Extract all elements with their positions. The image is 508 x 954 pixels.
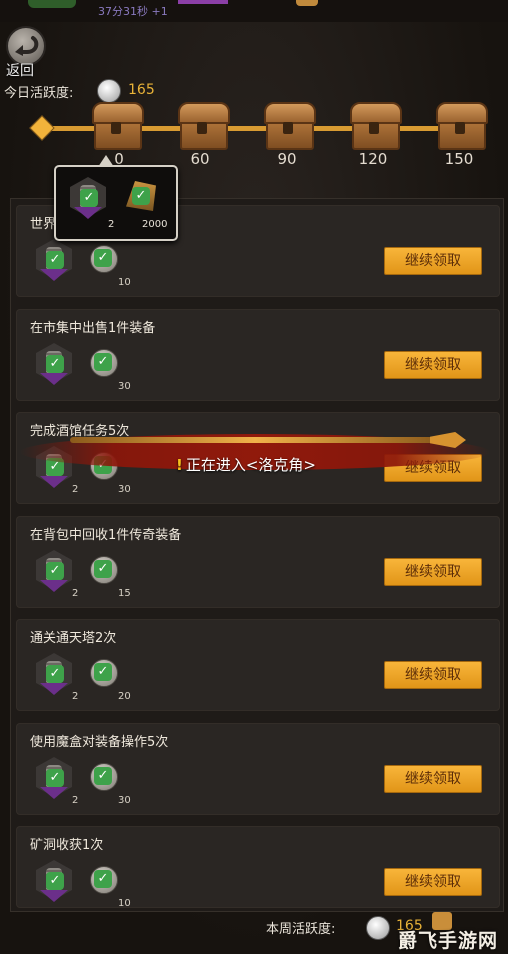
check-icon: ✓ bbox=[94, 353, 112, 371]
task-row: 在市集中出售1件装备 ✓ ✓ 30 继续领取 bbox=[16, 309, 500, 401]
task-row: 使用魔盒对装备操作5次 ✓ 2 ✓ 30 继续领取 bbox=[16, 723, 500, 815]
reward-chest-90[interactable] bbox=[262, 100, 316, 150]
reward-count: 10 bbox=[118, 898, 131, 909]
reward-count: 30 bbox=[118, 381, 131, 392]
task-title: 通关通天塔2次 bbox=[30, 631, 117, 646]
check-icon: ✓ bbox=[46, 251, 64, 269]
reward-count: 2 bbox=[72, 691, 79, 702]
toast-sword-icon bbox=[70, 437, 440, 443]
task-title: 矿洞收获1次 bbox=[30, 838, 104, 853]
check-icon: ✓ bbox=[94, 249, 112, 267]
jar-item-icon: ✓ bbox=[70, 177, 108, 219]
back-label: 返回 bbox=[6, 63, 34, 79]
continue-claim-button[interactable]: 继续领取 bbox=[384, 247, 482, 275]
top-decoration bbox=[28, 0, 76, 8]
reward-chest-150[interactable] bbox=[434, 100, 488, 150]
check-icon: ✓ bbox=[80, 189, 98, 207]
toast-text: 正在进入<洛克角> bbox=[185, 456, 316, 474]
reward-count: 10 bbox=[118, 277, 131, 288]
milestone-label: 120 bbox=[358, 150, 388, 168]
task-title: 世界 bbox=[30, 217, 57, 232]
reward-count: 30 bbox=[118, 484, 131, 495]
tooltip-arrow bbox=[98, 155, 114, 167]
gold-item-icon: ✓ bbox=[124, 177, 162, 217]
reward-count: 2 bbox=[72, 795, 79, 806]
tooltip-item-count: 2 bbox=[108, 219, 115, 230]
chest-reward-tooltip: ✓ 2 ✓ 2000 bbox=[54, 155, 178, 241]
chest-lock-icon bbox=[369, 122, 379, 134]
continue-claim-button[interactable]: 继续领取 bbox=[384, 351, 482, 379]
weekly-activity-label: 本周活跃度: bbox=[266, 922, 336, 937]
milestone-label: 60 bbox=[190, 150, 210, 168]
top-chest-icon bbox=[296, 0, 318, 6]
check-icon: ✓ bbox=[46, 769, 64, 787]
weekly-coin-icon bbox=[366, 916, 390, 940]
task-title: 使用魔盒对装备操作5次 bbox=[30, 735, 169, 750]
continue-claim-button[interactable]: 继续领取 bbox=[384, 661, 482, 689]
reward-count: 30 bbox=[118, 795, 131, 806]
task-row: 通关通天塔2次 ✓ 2 ✓ 20 继续领取 bbox=[16, 619, 500, 711]
check-icon: ✓ bbox=[94, 870, 112, 888]
chest-lock-icon bbox=[283, 122, 293, 134]
reward-chest-0[interactable] bbox=[90, 100, 144, 150]
check-icon: ✓ bbox=[132, 187, 150, 205]
check-icon: ✓ bbox=[46, 872, 64, 890]
top-status-bar: 37分31秒 +1 bbox=[0, 0, 508, 22]
milestone-label: 90 bbox=[277, 150, 297, 168]
daily-activity-label: 今日活跃度: bbox=[4, 86, 74, 101]
task-row: 矿洞收获1次 ✓ ✓ 10 继续领取 bbox=[16, 826, 500, 909]
toast-message: ! 正在进入<洛克角> bbox=[176, 454, 316, 475]
check-icon: ✓ bbox=[94, 560, 112, 578]
site-watermark: 爵飞手游网 bbox=[398, 930, 499, 952]
event-timer: 37分31秒 +1 bbox=[98, 5, 168, 18]
tooltip-item-count: 2000 bbox=[142, 219, 168, 230]
continue-claim-button[interactable]: 继续领取 bbox=[384, 558, 482, 586]
task-row: 在背包中回收1件传奇装备 ✓ 2 ✓ 15 继续领取 bbox=[16, 516, 500, 608]
check-icon: ✓ bbox=[94, 663, 112, 681]
milestone-label: 150 bbox=[444, 150, 474, 168]
reward-chest-60[interactable] bbox=[176, 100, 230, 150]
check-icon: ✓ bbox=[46, 665, 64, 683]
chest-lock-icon bbox=[111, 122, 121, 134]
reward-count: 15 bbox=[118, 588, 131, 599]
chest-lock-icon bbox=[455, 122, 465, 134]
loading-toast: ! 正在进入<洛克角> bbox=[0, 426, 508, 482]
task-title: 在背包中回收1件传奇装备 bbox=[30, 528, 182, 543]
check-icon: ✓ bbox=[46, 562, 64, 580]
check-icon: ✓ bbox=[94, 767, 112, 785]
reward-chest-120[interactable] bbox=[348, 100, 402, 150]
warning-icon: ! bbox=[176, 456, 183, 474]
continue-claim-button[interactable]: 继续领取 bbox=[384, 765, 482, 793]
back-button[interactable]: 返回 bbox=[4, 26, 48, 79]
reward-count: 2 bbox=[72, 484, 79, 495]
top-progress-bar bbox=[178, 0, 228, 4]
reward-count: 20 bbox=[118, 691, 131, 702]
daily-activity-value: 165 bbox=[128, 82, 155, 98]
check-icon: ✓ bbox=[46, 355, 64, 373]
continue-claim-button[interactable]: 继续领取 bbox=[384, 868, 482, 896]
chest-lock-icon bbox=[197, 122, 207, 134]
task-title: 在市集中出售1件装备 bbox=[30, 321, 156, 336]
reward-count: 2 bbox=[72, 588, 79, 599]
